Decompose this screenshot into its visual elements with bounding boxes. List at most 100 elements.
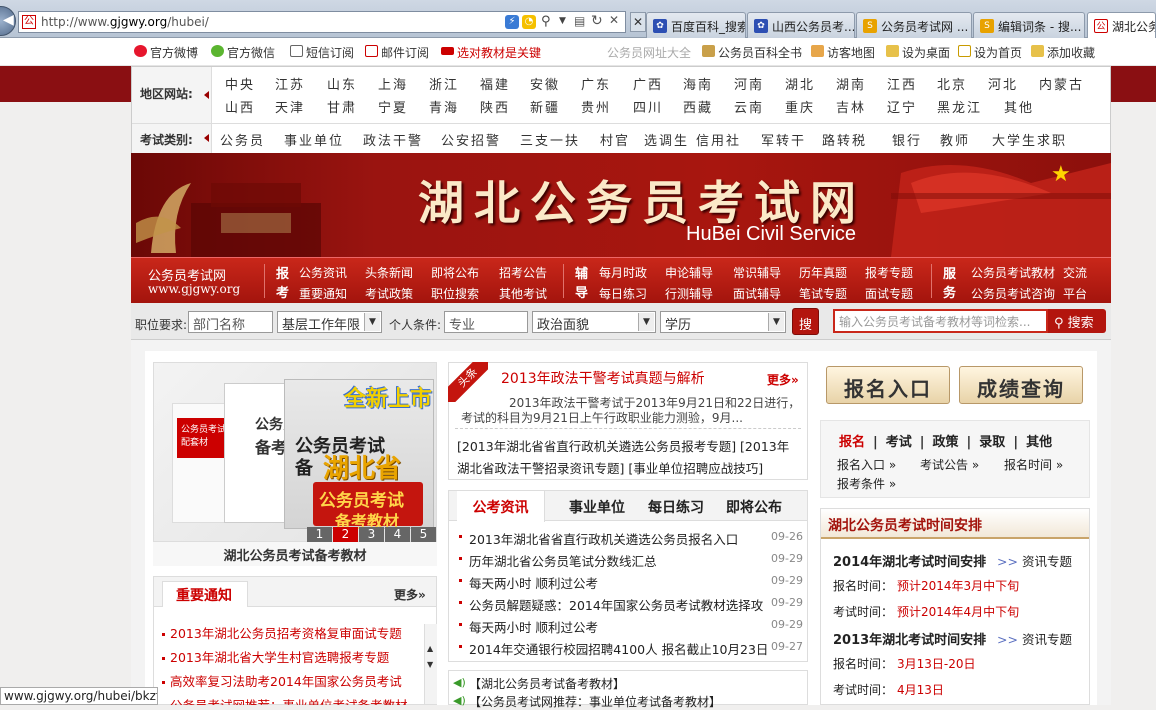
slider-page-2[interactable]: 2 bbox=[333, 527, 358, 542]
keyword-search-button[interactable]: ⚲ 搜索 bbox=[1048, 309, 1106, 333]
nav-exchange-link[interactable]: 交流 bbox=[1063, 264, 1087, 281]
region-link[interactable]: 黑龙江 bbox=[937, 97, 982, 116]
nav-link[interactable]: 每月时政 bbox=[599, 264, 647, 281]
slider-page-5[interactable]: 5 bbox=[411, 527, 436, 542]
region-link[interactable]: 四川 bbox=[633, 97, 663, 116]
sms-subscribe-link[interactable]: 短信订阅 bbox=[290, 44, 354, 61]
region-link[interactable]: 辽宁 bbox=[887, 97, 917, 116]
news-item[interactable]: 历年湖北省公务员笔试分数线汇总 09-29 bbox=[457, 549, 803, 569]
region-link[interactable]: 西藏 bbox=[683, 97, 713, 116]
nav-link[interactable]: 重要通知 bbox=[299, 285, 347, 302]
slider-page-4[interactable]: 4 bbox=[385, 527, 410, 542]
compat-icon[interactable]: ▤ bbox=[574, 14, 585, 28]
quick-link-notice[interactable]: 考试公告 » bbox=[920, 456, 979, 473]
nav-consult-link[interactable]: 公务员考试咨询 bbox=[971, 285, 1055, 302]
quick-tab[interactable]: 其他 bbox=[1026, 435, 1052, 450]
news-item[interactable]: 每天两小时 顺利过公考 09-29 bbox=[457, 571, 803, 591]
region-link[interactable]: 福建 bbox=[480, 74, 510, 93]
keyword-search-input[interactable]: 输入公务员考试备考教材等词检索... bbox=[833, 309, 1048, 333]
scroll-down-icon[interactable]: ▼ bbox=[427, 660, 433, 669]
region-link[interactable]: 新疆 bbox=[530, 97, 560, 116]
schedule-2013-topic-link[interactable]: >> 资讯专题 bbox=[997, 629, 1072, 648]
major-input[interactable]: 专业 bbox=[444, 311, 528, 333]
register-entry-button[interactable]: 报名入口 bbox=[826, 366, 950, 404]
quick-tab[interactable]: 录取 bbox=[979, 435, 1005, 450]
tab-gwy[interactable]: S 公务员考试网 ... bbox=[856, 12, 972, 38]
exam-type-link[interactable]: 政法干警 bbox=[363, 130, 423, 149]
notice-item[interactable]: 2013年湖北公务员招考资格复审面试专题 bbox=[162, 623, 402, 642]
quick-link-time[interactable]: 报名时间 » bbox=[1004, 456, 1063, 473]
region-link[interactable]: 山东 bbox=[327, 74, 357, 93]
slider-page-1[interactable]: 1 bbox=[307, 527, 332, 542]
politics-select[interactable]: 政治面貌 ▼ bbox=[532, 311, 656, 333]
nav-link[interactable]: 报考专题 bbox=[865, 264, 913, 281]
region-link[interactable]: 重庆 bbox=[785, 97, 815, 116]
exam-type-link[interactable]: 信用社 bbox=[696, 130, 741, 149]
region-link[interactable]: 吉林 bbox=[836, 97, 866, 116]
lightning-icon[interactable]: ⚡ bbox=[505, 15, 519, 29]
news-item-title[interactable]: 2013年湖北省省直行政机关遴选公务员报名入口 bbox=[469, 529, 738, 548]
tab-news[interactable]: 公考资讯 bbox=[457, 491, 545, 522]
directory-link[interactable]: 公务员网址大全 bbox=[607, 44, 691, 61]
tab-institutions[interactable]: 事业单位 bbox=[559, 491, 635, 521]
exam-type-link[interactable]: 大学生求职 bbox=[992, 130, 1067, 149]
region-link[interactable]: 江苏 bbox=[275, 74, 305, 93]
tab-daily-practice[interactable]: 每日练习 bbox=[641, 491, 711, 521]
nav-link[interactable]: 每日练习 bbox=[599, 285, 647, 302]
refresh-icon[interactable]: ↻ bbox=[591, 13, 603, 29]
add-favorite-link[interactable]: 添加收藏 bbox=[1031, 44, 1095, 61]
region-link[interactable]: 青海 bbox=[429, 97, 459, 116]
speaker-link-1[interactable]: 【湖北公务员考试备考教材】 bbox=[469, 675, 625, 692]
quick-tab[interactable]: 报名 bbox=[839, 435, 865, 450]
nav-link[interactable]: 招考公告 bbox=[499, 264, 547, 281]
nav-link[interactable]: 职位搜索 bbox=[431, 285, 479, 302]
back-button[interactable]: ◀ bbox=[0, 6, 16, 36]
notice-item-title[interactable]: 2013年湖北省大学生村官选聘报考专题 bbox=[170, 650, 389, 665]
news-item[interactable]: 公务员解题疑惑：2014年国家公务员考试教材选择攻 09-29 bbox=[457, 593, 803, 613]
search-icon[interactable]: ⚲ bbox=[541, 14, 551, 29]
region-link[interactable]: 云南 bbox=[734, 97, 764, 116]
encyclopedia-link[interactable]: 公务员百科全书 bbox=[702, 44, 802, 61]
url-text[interactable]: http://www.gjgwy.org/hubei/ bbox=[41, 15, 209, 29]
tab-shanxi[interactable]: ✿ 山西公务员考... bbox=[747, 12, 855, 38]
region-link[interactable]: 安徽 bbox=[530, 74, 560, 93]
clock-icon[interactable]: ◔ bbox=[522, 15, 536, 29]
nav-link[interactable]: 头条新闻 bbox=[365, 264, 413, 281]
region-link[interactable]: 河北 bbox=[988, 74, 1018, 93]
news-item[interactable]: 每天两小时 顺利过公考 09-29 bbox=[457, 615, 803, 635]
nav-link[interactable]: 面试辅导 bbox=[733, 285, 781, 302]
address-bar[interactable]: 公 http://www.gjgwy.org/hubei/ ⚡ ◔ ⚲ ▼ ▤ … bbox=[18, 11, 626, 33]
job-search-button[interactable]: 搜 bbox=[792, 308, 819, 335]
notice-item[interactable]: 高效率复习法助考2014年国家公务员考试 bbox=[162, 671, 402, 690]
region-link[interactable]: 海南 bbox=[683, 74, 713, 93]
news-item-title[interactable]: 2014年交通银行校园招聘4100人 报名截止10月23日 bbox=[469, 639, 768, 658]
exam-type-link[interactable]: 选调生 bbox=[644, 130, 689, 149]
nav-link[interactable]: 其他考试 bbox=[499, 285, 547, 302]
region-link[interactable]: 河南 bbox=[734, 74, 764, 93]
department-input[interactable]: 部门名称 bbox=[188, 311, 273, 333]
quick-tab[interactable]: 考试 bbox=[886, 435, 912, 450]
tab-upcoming[interactable]: 即将公布 bbox=[717, 491, 791, 521]
schedule-2014-topic-link[interactable]: >> 资讯专题 bbox=[997, 551, 1072, 570]
exam-type-link[interactable]: 路转税 bbox=[822, 130, 867, 149]
notice-item-title[interactable]: 2013年湖北公务员招考资格复审面试专题 bbox=[170, 626, 402, 641]
speaker-link-2[interactable]: 【公务员考试网推荐：事业单位考试备考教材】 bbox=[469, 693, 721, 710]
notice-item-title[interactable]: 公务员考试网推荐：事业单位考试备考教材 bbox=[170, 698, 408, 705]
work-years-select[interactable]: 基层工作年限 ▼ bbox=[277, 311, 382, 333]
region-link[interactable]: 中央 bbox=[225, 74, 255, 93]
notice-item[interactable]: 2013年湖北省大学生村官选聘报考专题 bbox=[162, 647, 389, 666]
region-link[interactable]: 湖南 bbox=[836, 74, 866, 93]
exam-type-link[interactable]: 公务员 bbox=[220, 130, 265, 149]
set-homepage-link[interactable]: 设为首页 bbox=[958, 44, 1022, 61]
exam-type-link[interactable]: 教师 bbox=[940, 130, 970, 149]
nav-link[interactable]: 申论辅导 bbox=[665, 264, 713, 281]
set-desktop-link[interactable]: 设为桌面 bbox=[886, 44, 950, 61]
dropdown-icon[interactable]: ▼ bbox=[559, 16, 566, 26]
headline-more-link[interactable]: 更多» bbox=[767, 371, 799, 388]
exam-type-link[interactable]: 军转干 bbox=[761, 130, 806, 149]
stop-icon[interactable]: ✕ bbox=[609, 13, 619, 27]
region-link[interactable]: 上海 bbox=[378, 74, 408, 93]
region-link[interactable]: 北京 bbox=[937, 74, 967, 93]
region-link[interactable]: 浙江 bbox=[429, 74, 459, 93]
exam-type-link[interactable]: 公安招警 bbox=[441, 130, 501, 149]
